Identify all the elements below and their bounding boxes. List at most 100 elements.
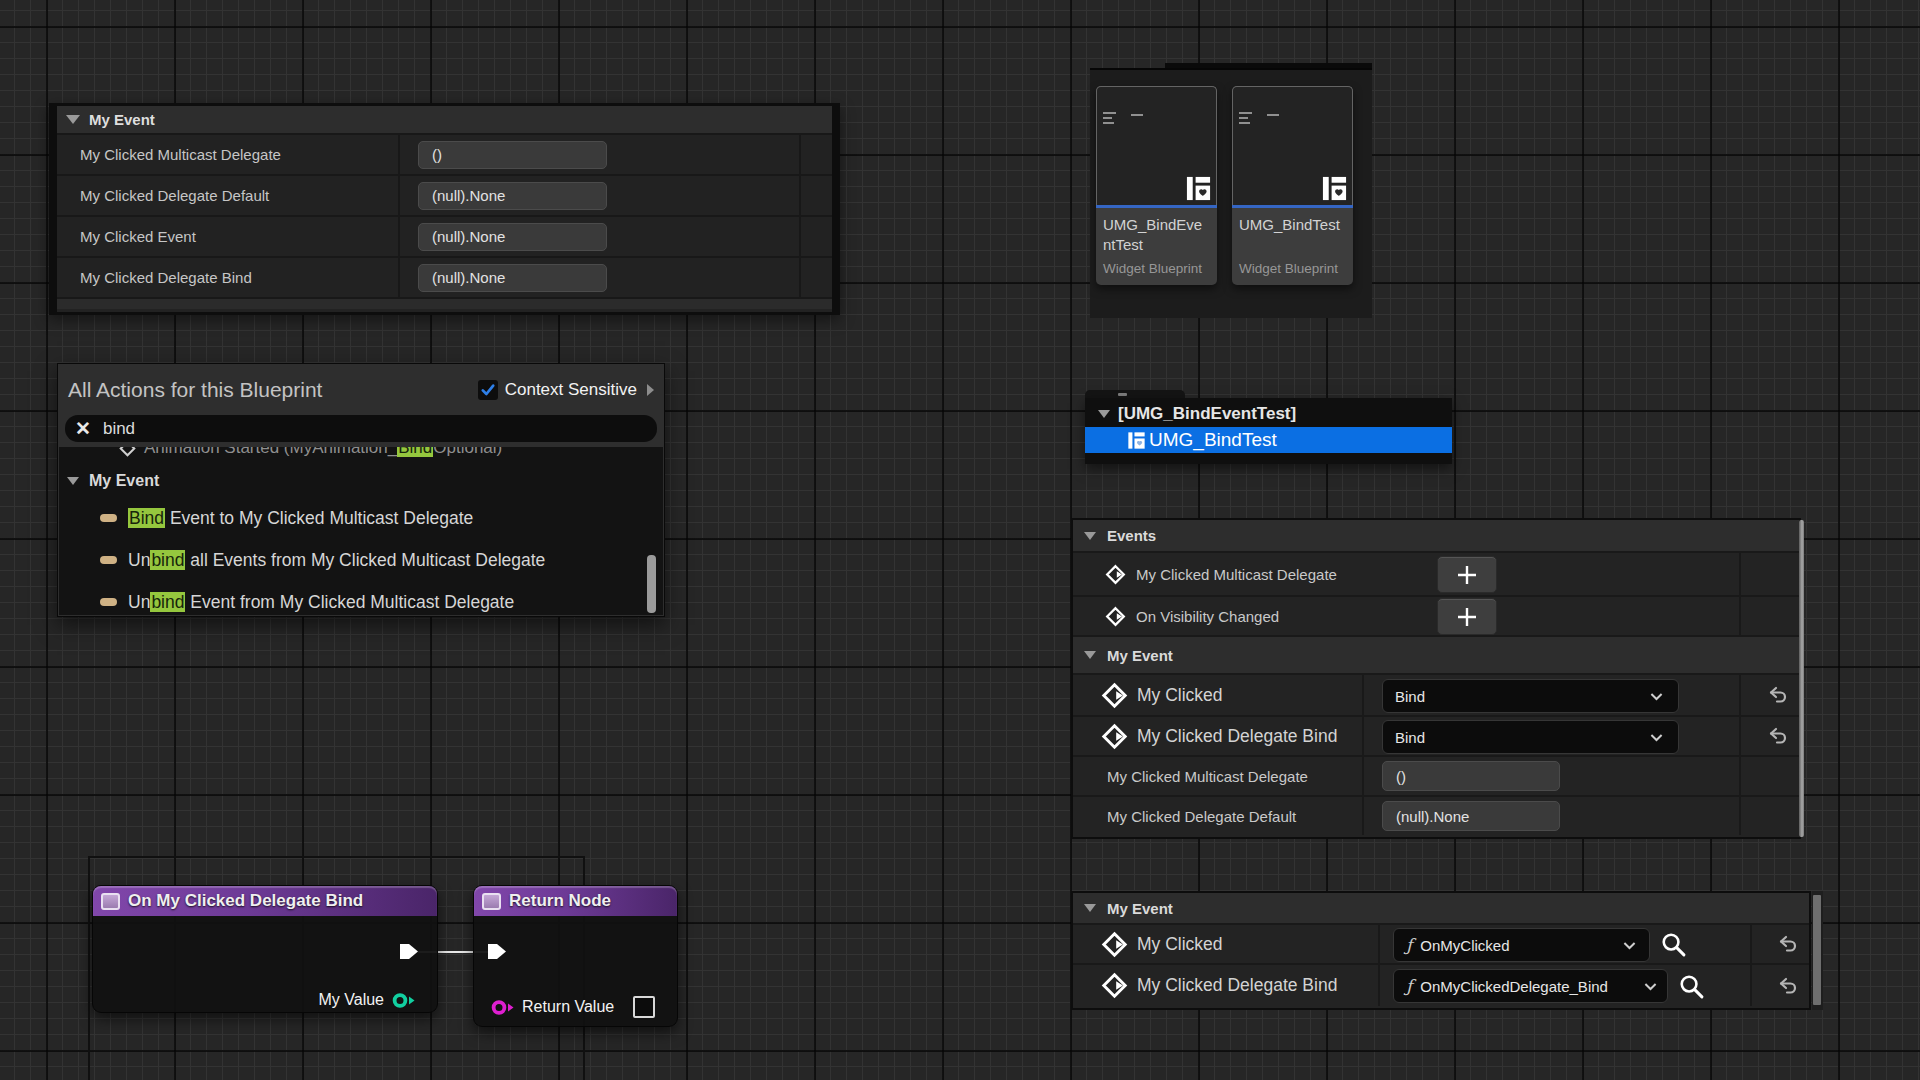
delegate-pill-icon (100, 556, 117, 564)
asset-name: UMG_BindEventTest (1103, 215, 1210, 254)
property-value-field[interactable]: (null).None (418, 223, 607, 251)
column-divider (1739, 553, 1741, 595)
events-details-panel: Events My Clicked Multicast Delegate On … (1071, 518, 1801, 839)
category-label: My Event (89, 472, 159, 490)
chevron-down-icon (1621, 937, 1638, 954)
event-label: My Clicked Multicast Delegate (1136, 566, 1337, 583)
section-title: Events (1107, 527, 1156, 544)
node-header[interactable]: Return Node (474, 886, 677, 916)
delegate-bind-row: My Clicked Delegate Bind Bind (1073, 715, 1799, 755)
column-divider (799, 258, 801, 297)
column-divider (398, 217, 400, 256)
content-browser-panel: UMG_BindEventTest Widget Blueprint UMG_B… (1090, 68, 1372, 318)
function-dropdown[interactable]: ƒ OnMyClickedDelegate_Bind (1393, 969, 1668, 1003)
clear-search-icon[interactable]: ✕ (75, 419, 91, 438)
category-collapse-icon (67, 477, 79, 485)
hierarchy-selected-row[interactable]: UMG_BindTest (1085, 427, 1452, 453)
hierarchy-root-label: [UMG_BindEventTest] (1118, 404, 1296, 424)
exec-output-pin[interactable] (399, 943, 419, 960)
column-divider (1739, 675, 1741, 715)
event-label: My Clicked Delegate Bind (1137, 975, 1337, 996)
property-value-field[interactable]: (null).None (418, 264, 607, 292)
hierarchy-root-row[interactable]: [UMG_BindEventTest] (1085, 398, 1452, 427)
event-node-icon (101, 893, 120, 910)
add-event-button[interactable] (1437, 598, 1497, 635)
column-divider (1378, 925, 1380, 963)
property-label: My Clicked Multicast Delegate (1107, 768, 1308, 785)
chevron-down-icon (1648, 688, 1665, 705)
reset-to-default-icon[interactable] (1776, 932, 1800, 956)
actions-search-input[interactable]: ✕ bind (65, 415, 657, 442)
actions-category[interactable]: My Event (59, 464, 663, 497)
expand-arrow-icon[interactable] (647, 384, 654, 396)
widget-icon (1127, 431, 1146, 450)
action-item[interactable]: Bind Event to My Clicked Multicast Deleg… (59, 497, 663, 539)
property-value-field[interactable]: () (1382, 761, 1560, 791)
column-divider (799, 135, 801, 174)
bind-panel-scrollbar-thumb[interactable] (1813, 895, 1821, 1005)
panel-footer (57, 297, 832, 309)
node-title: On My Clicked Delegate Bind (128, 891, 363, 911)
seam-line (88, 856, 90, 1080)
value-input-pin[interactable] (490, 999, 515, 1016)
asset-card-umg-bindeventtest[interactable]: UMG_BindEventTest Widget Blueprint (1096, 86, 1217, 285)
bind-details-panel: My Event My Clicked ƒ OnMyClicked My Cli… (1071, 891, 1811, 1010)
search-function-icon[interactable] (1678, 973, 1706, 1001)
add-event-button[interactable] (1437, 556, 1497, 593)
node-return-node[interactable]: Return Node Return Value (473, 885, 678, 1027)
my-event-section-header[interactable]: My Event (1073, 893, 1809, 923)
collapse-arrow-icon (1084, 532, 1096, 540)
widget-blueprint-icon (1185, 175, 1212, 202)
event-row: My Clicked Multicast Delegate (1073, 551, 1799, 595)
column-divider (799, 176, 801, 215)
return-value-checkbox[interactable] (633, 996, 655, 1018)
seam-line (88, 856, 585, 858)
action-item[interactable]: Unbind all Events from My Clicked Multic… (59, 539, 663, 581)
column-divider (1362, 797, 1364, 835)
hierarchy-scroll-dash (1118, 393, 1127, 396)
reset-to-default-icon[interactable] (1766, 724, 1790, 748)
node-on-my-clicked-delegate-bind[interactable]: On My Clicked Delegate Bind My Value (92, 885, 438, 1013)
event-diamond-icon (1101, 723, 1128, 750)
property-label: My Clicked Delegate Bind (80, 269, 252, 286)
reset-to-default-icon[interactable] (1766, 683, 1790, 707)
actions-scrollbar[interactable] (647, 555, 656, 613)
asset-card-umg-bindtest[interactable]: UMG_BindTest Widget Blueprint (1232, 86, 1353, 285)
context-sensitive-checkbox[interactable] (478, 380, 498, 400)
value-output-pin[interactable] (391, 992, 416, 1009)
bind-dropdown[interactable]: Bind (1382, 679, 1679, 713)
column-divider (1750, 965, 1752, 1006)
column-divider (1362, 757, 1364, 795)
details-section-header[interactable]: My Event (57, 106, 832, 133)
column-divider (1739, 597, 1741, 635)
node-header[interactable]: On My Clicked Delegate Bind (93, 886, 437, 916)
property-value-field[interactable]: (null).None (1382, 801, 1560, 831)
widget-blueprint-icon (1321, 175, 1348, 202)
exec-input-pin[interactable] (487, 943, 507, 960)
details-row: My Clicked Delegate Default (null).None (57, 174, 832, 215)
search-function-icon[interactable] (1660, 931, 1688, 959)
asset-name: UMG_BindTest (1239, 215, 1346, 235)
reset-to-default-icon[interactable] (1776, 974, 1800, 998)
section-title: My Event (1107, 900, 1173, 917)
column-divider (1378, 965, 1380, 1006)
return-node-icon (482, 893, 501, 910)
events-section-header[interactable]: Events (1073, 520, 1799, 551)
property-row: My Clicked Multicast Delegate () (1073, 755, 1799, 795)
details-row: My Clicked Event (null).None (57, 215, 832, 256)
function-icon: ƒ (1406, 935, 1412, 955)
property-value-field[interactable]: () (418, 141, 607, 169)
function-dropdown[interactable]: ƒ OnMyClicked (1393, 928, 1650, 962)
column-divider (1362, 675, 1364, 715)
bind-dropdown[interactable]: Bind (1382, 720, 1679, 754)
property-value-field[interactable]: (null).None (418, 182, 607, 210)
events-panel-scrollbar[interactable] (1799, 520, 1804, 837)
clipped-action-item[interactable]: Animation Started (MyAnimation_BindOptio… (59, 447, 663, 464)
my-event-section-header[interactable]: My Event (1073, 635, 1799, 673)
tree-collapse-icon (1098, 410, 1110, 418)
return-value-pin-row[interactable]: Return Value (490, 996, 655, 1018)
my-value-pin-row[interactable]: My Value (318, 991, 416, 1009)
details-row: My Clicked Multicast Delegate () (57, 133, 832, 174)
event-diamond-icon (1101, 931, 1128, 958)
action-item[interactable]: Unbind Event from My Clicked Multicast D… (59, 581, 663, 615)
